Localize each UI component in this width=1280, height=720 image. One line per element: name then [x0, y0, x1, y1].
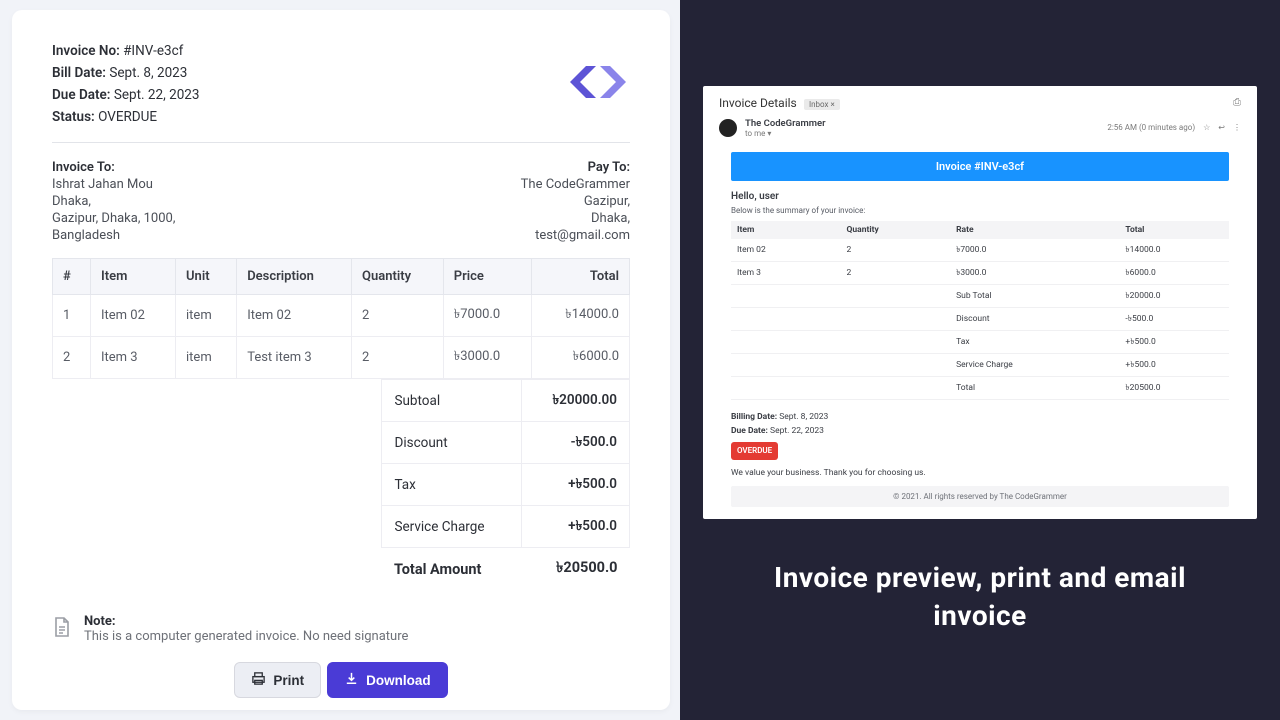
download-button[interactable]: Download	[327, 662, 448, 698]
items-table: # Item Unit Description Quantity Price T…	[52, 258, 630, 379]
ecol-total: Total	[1119, 221, 1229, 239]
email-summary-line: Below is the summary of your invoice:	[731, 206, 1229, 215]
brand-logo-icon	[566, 62, 630, 102]
document-icon	[52, 614, 72, 642]
print-button-label: Print	[273, 673, 304, 688]
status-label: Status:	[52, 109, 95, 125]
invoice-no-label: Invoice No:	[52, 43, 120, 59]
print-icon[interactable]: ⎙	[1233, 97, 1241, 108]
invoice-to-line3: Bangladesh	[52, 227, 175, 244]
col-price: Price	[443, 259, 531, 295]
tax-value: +৳500.0	[521, 464, 629, 506]
invoice-card: Invoice No: #INV-e3cf Bill Date: Sept. 8…	[12, 10, 670, 710]
table-row: 1 Item 02 item Item 02 2 ৳7000.0 ৳14000.…	[53, 295, 630, 337]
table-row: 2 Item 3 item Test item 3 2 ৳3000.0 ৳600…	[53, 337, 630, 379]
note-label: Note:	[84, 614, 116, 629]
invoice-meta: Invoice No: #INV-e3cf Bill Date: Sept. 8…	[52, 40, 199, 128]
status-value: OVERDUE	[98, 109, 157, 125]
email-total-row: Discount-৳500.0	[731, 307, 1229, 330]
more-icon[interactable]: ⋮	[1233, 123, 1241, 132]
pay-to-name: The CodeGrammer	[521, 176, 630, 193]
col-qty: Quantity	[352, 259, 444, 295]
due-date-value: Sept. 22, 2023	[114, 87, 200, 103]
subtotal-label: Subtoal	[382, 380, 521, 422]
action-bar: Print Download	[52, 662, 630, 698]
service-charge-value: +৳500.0	[521, 506, 629, 548]
subtotal-value: ৳20000.00	[521, 380, 629, 422]
discount-value: -৳500.0	[521, 422, 629, 464]
pay-to-line3: test@gmail.com	[521, 227, 630, 244]
email-billing-label: Billing Date:	[731, 412, 777, 422]
ecol-qty: Quantity	[841, 221, 951, 239]
overdue-badge: OVERDUE	[731, 442, 778, 460]
email-thanks: We value your business. Thank you for ch…	[731, 468, 1229, 478]
col-index: #	[53, 259, 91, 295]
pay-to-label: Pay To:	[521, 159, 630, 176]
col-unit: Unit	[176, 259, 237, 295]
ecol-item: Item	[731, 221, 841, 239]
bill-date-label: Bill Date:	[52, 65, 106, 81]
star-icon[interactable]: ☆	[1203, 123, 1210, 132]
download-button-label: Download	[366, 673, 431, 688]
discount-label: Discount	[382, 422, 521, 464]
email-preview: Invoice Details Inbox × ⎙ The CodeGramme…	[703, 86, 1257, 519]
email-time: 2:56 AM (0 minutes ago)	[1107, 123, 1195, 132]
bill-date-value: Sept. 8, 2023	[109, 65, 187, 81]
email-total-row: Tax+৳500.0	[731, 330, 1229, 353]
email-due-value: Sept. 22, 2023	[770, 426, 824, 436]
col-desc: Description	[237, 259, 352, 295]
reply-icon[interactable]: ↩	[1218, 123, 1225, 132]
download-icon	[344, 671, 359, 689]
email-total-row: Service Charge+৳500.0	[731, 353, 1229, 376]
pay-to-line1: Gazipur,	[521, 193, 630, 210]
col-total: Total	[532, 259, 630, 295]
email-footer: © 2021. All rights reserved by The CodeG…	[731, 486, 1229, 507]
pay-to-line2: Dhaka,	[521, 210, 630, 227]
email-total-row: Sub Total৳20000.0	[731, 284, 1229, 307]
avatar[interactable]	[719, 119, 737, 137]
email-to-me[interactable]: to me ▾	[745, 129, 826, 138]
tax-label: Tax	[382, 464, 521, 506]
print-button[interactable]: Print	[234, 662, 321, 698]
total-amount-label: Total Amount	[382, 548, 521, 591]
invoice-to-label: Invoice To:	[52, 159, 175, 176]
email-total-row: Total৳20500.0	[731, 376, 1229, 399]
invoice-to-block: Invoice To: Ishrat Jahan Mou Dhaka, Gazi…	[52, 159, 175, 244]
ecol-rate: Rate	[950, 221, 1119, 239]
note-text: This is a computer generated invoice. No…	[84, 629, 408, 644]
invoice-to-line2: Gazipur, Dhaka, 1000,	[52, 210, 175, 227]
email-row: Item 32৳3000.0৳6000.0	[731, 261, 1229, 284]
invoice-to-line1: Dhaka,	[52, 193, 175, 210]
email-hello: Hello, user	[731, 191, 1229, 202]
email-items-table: Item Quantity Rate Total Item 022৳7000.0…	[731, 221, 1229, 400]
total-amount-value: ৳20500.0	[521, 548, 629, 591]
pay-to-block: Pay To: The CodeGrammer Gazipur, Dhaka, …	[521, 159, 630, 244]
email-banner: Invoice #INV-e3cf	[731, 152, 1229, 181]
col-item: Item	[91, 259, 176, 295]
email-due-label: Due Date:	[731, 426, 768, 436]
printer-icon	[251, 671, 266, 689]
note-block: Note: This is a computer generated invoi…	[52, 614, 630, 644]
slide-caption: Invoice preview, print and email invoice	[680, 559, 1280, 635]
invoice-no-value: #INV-e3cf	[123, 43, 183, 59]
inbox-chip[interactable]: Inbox ×	[804, 99, 840, 110]
invoice-to-name: Ishrat Jahan Mou	[52, 176, 175, 193]
email-sender: The CodeGrammer	[745, 118, 826, 129]
service-charge-label: Service Charge	[382, 506, 521, 548]
due-date-label: Due Date:	[52, 87, 110, 103]
email-row: Item 022৳7000.0৳14000.0	[731, 239, 1229, 262]
email-subject: Invoice Details	[719, 96, 797, 110]
email-billing-value: Sept. 8, 2023	[779, 412, 828, 422]
summary-table: Subtoal৳20000.00 Discount-৳500.0 Tax+৳50…	[381, 379, 630, 590]
